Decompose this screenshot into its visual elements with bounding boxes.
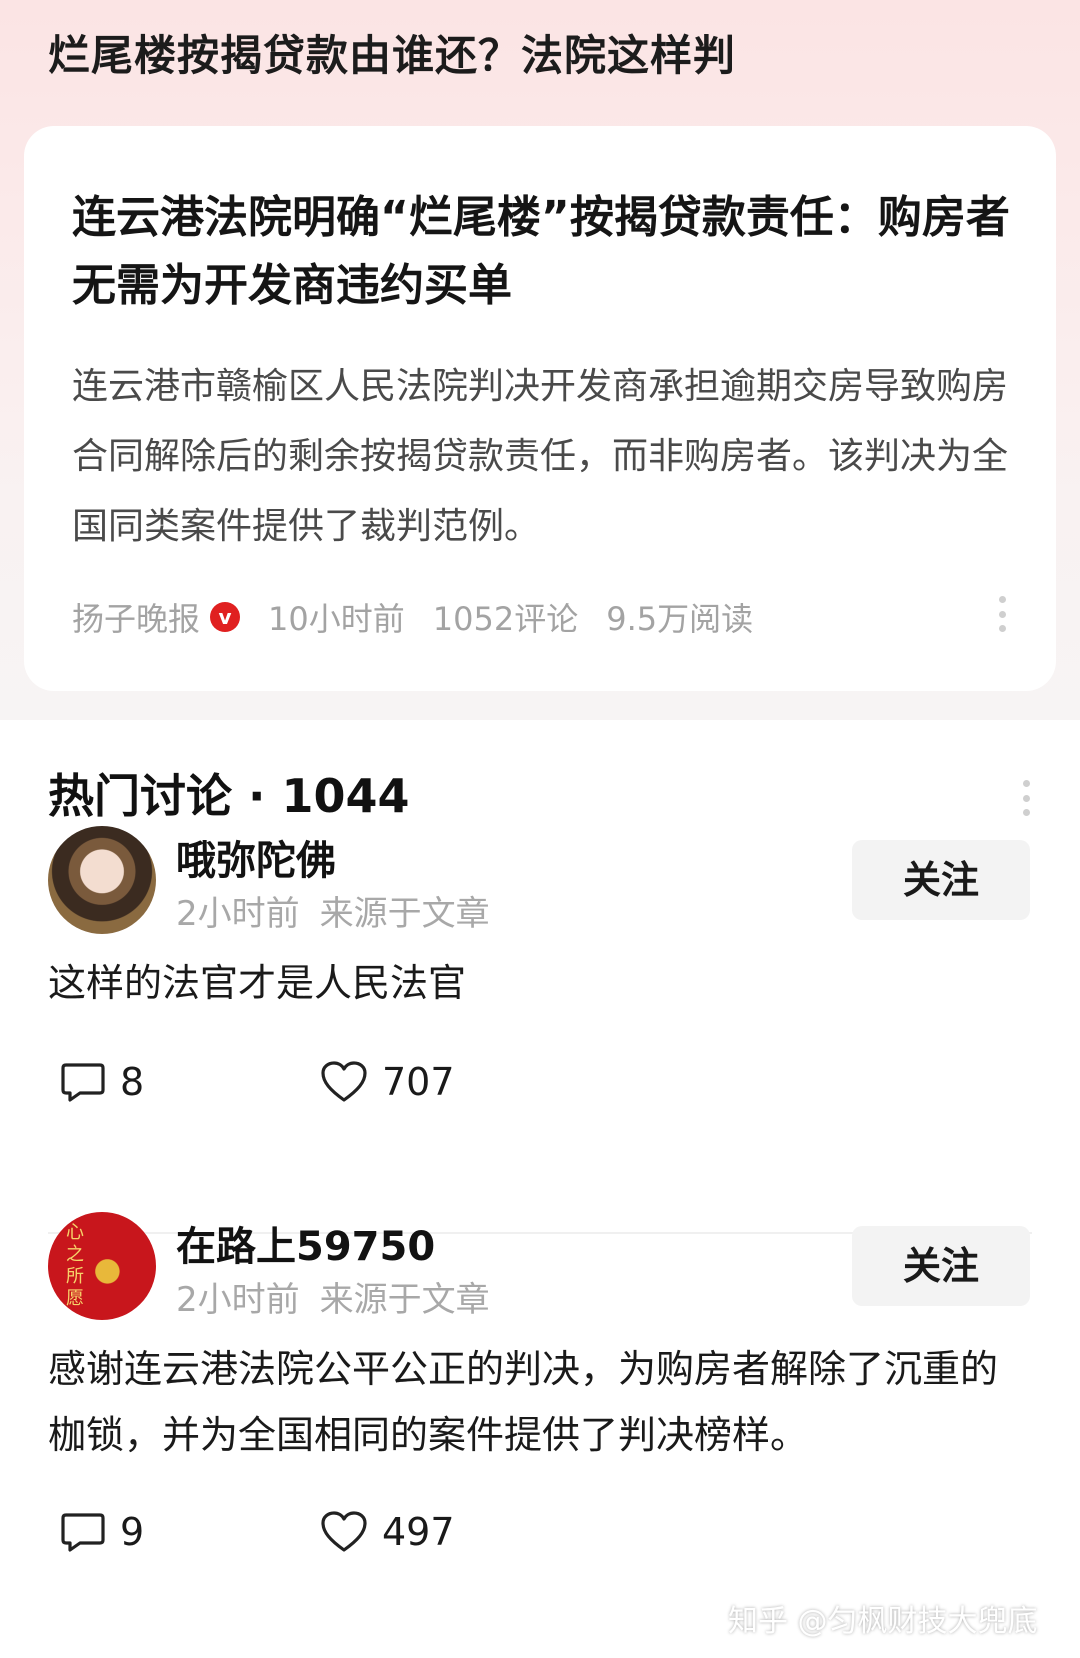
article-card[interactable]: 连云港法院明确“烂尾楼”按揭贷款责任：购房者无需为开发商违约买单 连云港市赣榆区… bbox=[24, 126, 1056, 691]
comment-time: 2小时前 bbox=[176, 894, 300, 934]
like-count: 497 bbox=[382, 1510, 455, 1554]
avatar[interactable]: 心之所愿 bbox=[48, 1212, 156, 1320]
comment-username[interactable]: 在路上59750 bbox=[176, 1214, 435, 1272]
article-read-count: 9.5万阅读 bbox=[606, 600, 754, 638]
comment-username[interactable]: 哦弥陀佛 bbox=[176, 828, 336, 886]
watermark: 知乎 @匀枫财技大兜底 bbox=[728, 1604, 1038, 1639]
comment-meta: 2小时前 来源于文章 bbox=[176, 886, 490, 935]
more-vertical-icon[interactable] bbox=[1022, 780, 1030, 816]
comment-text: 这样的法官才是人民法官 bbox=[48, 961, 467, 1005]
verified-badge-icon: v bbox=[210, 602, 241, 632]
like-count: 707 bbox=[382, 1060, 455, 1104]
comment-source: 来源于文章 bbox=[319, 1280, 490, 1320]
heart-icon bbox=[321, 1061, 367, 1102]
article-meta: 扬子晚报 v 10小时前 1052评论 9.5万阅读 bbox=[72, 592, 781, 642]
follow-button[interactable]: 关注 bbox=[852, 840, 1030, 920]
discussion-header: 热门讨论 · 1044 bbox=[48, 769, 410, 823]
reply-count: 9 bbox=[120, 1510, 145, 1554]
article-summary: 连云港市赣榆区人民法院判决开发商承担逾期交房导致购房合同解除后的剩余按揭贷款责任… bbox=[72, 366, 1009, 547]
like-button[interactable]: 497 bbox=[320, 1510, 455, 1554]
comment-text: 感谢连云港法院公平公正的判决，为购房者解除了沉重的枷锁，并为全国相同的案件提供了… bbox=[48, 1347, 999, 1457]
reply-button[interactable]: 8 bbox=[60, 1060, 144, 1104]
article-headline[interactable]: 连云港法院明确“烂尾楼”按揭贷款责任：购房者无需为开发商违约买单 bbox=[72, 184, 1012, 320]
follow-button[interactable]: 关注 bbox=[852, 1226, 1030, 1306]
reply-button[interactable]: 9 bbox=[60, 1510, 144, 1554]
comment-bubble-icon bbox=[61, 1513, 105, 1552]
comment-source: 来源于文章 bbox=[319, 894, 490, 934]
comment-time: 2小时前 bbox=[176, 1280, 300, 1320]
avatar[interactable] bbox=[48, 826, 156, 934]
more-vertical-icon[interactable] bbox=[998, 596, 1006, 632]
comment-bubble-icon bbox=[61, 1063, 105, 1102]
page-title: 烂尾楼按揭贷款由谁还？法院这样判 bbox=[48, 31, 737, 80]
article-time: 10小时前 bbox=[268, 600, 405, 638]
like-button[interactable]: 707 bbox=[320, 1060, 455, 1104]
heart-icon bbox=[321, 1511, 367, 1552]
article-comment-count: 1052评论 bbox=[432, 600, 579, 638]
avatar-text: 心之所愿 bbox=[66, 1222, 84, 1309]
article-source[interactable]: 扬子晚报 bbox=[72, 594, 200, 640]
comment-meta: 2小时前 来源于文章 bbox=[176, 1272, 490, 1321]
reply-count: 8 bbox=[120, 1060, 145, 1104]
